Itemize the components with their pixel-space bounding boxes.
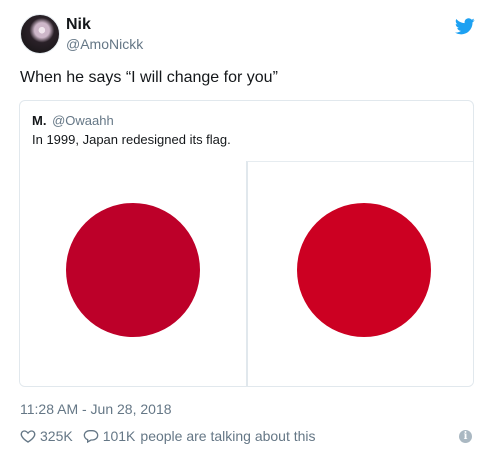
reply-count: 101K — [102, 428, 136, 444]
author-avatar[interactable] — [20, 14, 60, 54]
quoted-tweet-header: M. @Owaahh — [32, 113, 114, 129]
quoted-author-name: M. — [32, 113, 47, 128]
quoted-tweet-card[interactable]: M. @Owaahh In 1999, Japan redesigned its… — [19, 100, 474, 387]
author-name[interactable]: Nik — [66, 16, 91, 34]
like-button[interactable]: 325K — [20, 428, 83, 444]
red-disc-left — [66, 203, 200, 337]
like-count: 325K — [40, 428, 73, 444]
speech-bubble-icon — [83, 429, 98, 444]
twitter-bird-icon[interactable] — [455, 18, 475, 35]
tweet-actions: 325K 101K people are talking about this — [20, 427, 316, 445]
tweet-timestamp[interactable]: 11:28 AM - Jun 28, 2018 — [20, 401, 172, 417]
talking-text: people are talking about this — [140, 428, 316, 444]
flag-image-left[interactable] — [20, 161, 246, 386]
info-icon[interactable]: i — [459, 430, 472, 443]
heart-icon — [20, 430, 36, 443]
flag-image-right[interactable] — [247, 161, 473, 386]
author-handle[interactable]: @AmoNickk — [66, 36, 143, 52]
red-disc-right — [297, 203, 431, 337]
reply-button[interactable]: 101K — [83, 428, 136, 444]
quoted-author-handle: @Owaahh — [52, 113, 114, 128]
quoted-tweet-text: In 1999, Japan redesigned its flag. — [32, 132, 231, 147]
tweet-text: When he says “I will change for you” — [20, 69, 278, 86]
